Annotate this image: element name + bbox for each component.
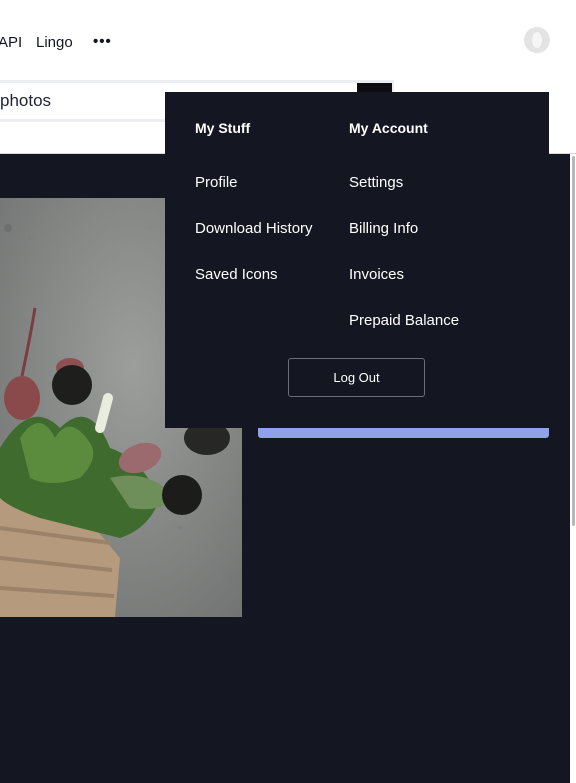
log-out-button[interactable]: Log Out (288, 358, 425, 397)
menu-item-profile[interactable]: Profile (195, 174, 238, 191)
nav-link-lingo[interactable]: Lingo (36, 34, 73, 51)
menu-item-billing-info[interactable]: Billing Info (349, 220, 418, 237)
menu-item-download-history[interactable]: Download History (195, 220, 313, 237)
menu-item-invoices[interactable]: Invoices (349, 266, 404, 283)
menu-item-prepaid-balance[interactable]: Prepaid Balance (349, 312, 459, 329)
my-stuff-heading: My Stuff (195, 120, 251, 136)
top-nav: API Lingo ••• (0, 0, 576, 84)
menu-item-saved-icons[interactable]: Saved Icons (195, 266, 278, 283)
scrollbar-thumb[interactable] (572, 156, 575, 526)
nav-link-api[interactable]: API (0, 34, 22, 51)
more-horizontal-icon[interactable]: ••• (93, 33, 112, 50)
account-dropdown: My Stuff My Account Profile Download His… (165, 92, 549, 428)
my-account-heading: My Account (349, 120, 428, 136)
user-avatar-icon[interactable] (524, 27, 550, 53)
menu-item-settings[interactable]: Settings (349, 174, 403, 191)
